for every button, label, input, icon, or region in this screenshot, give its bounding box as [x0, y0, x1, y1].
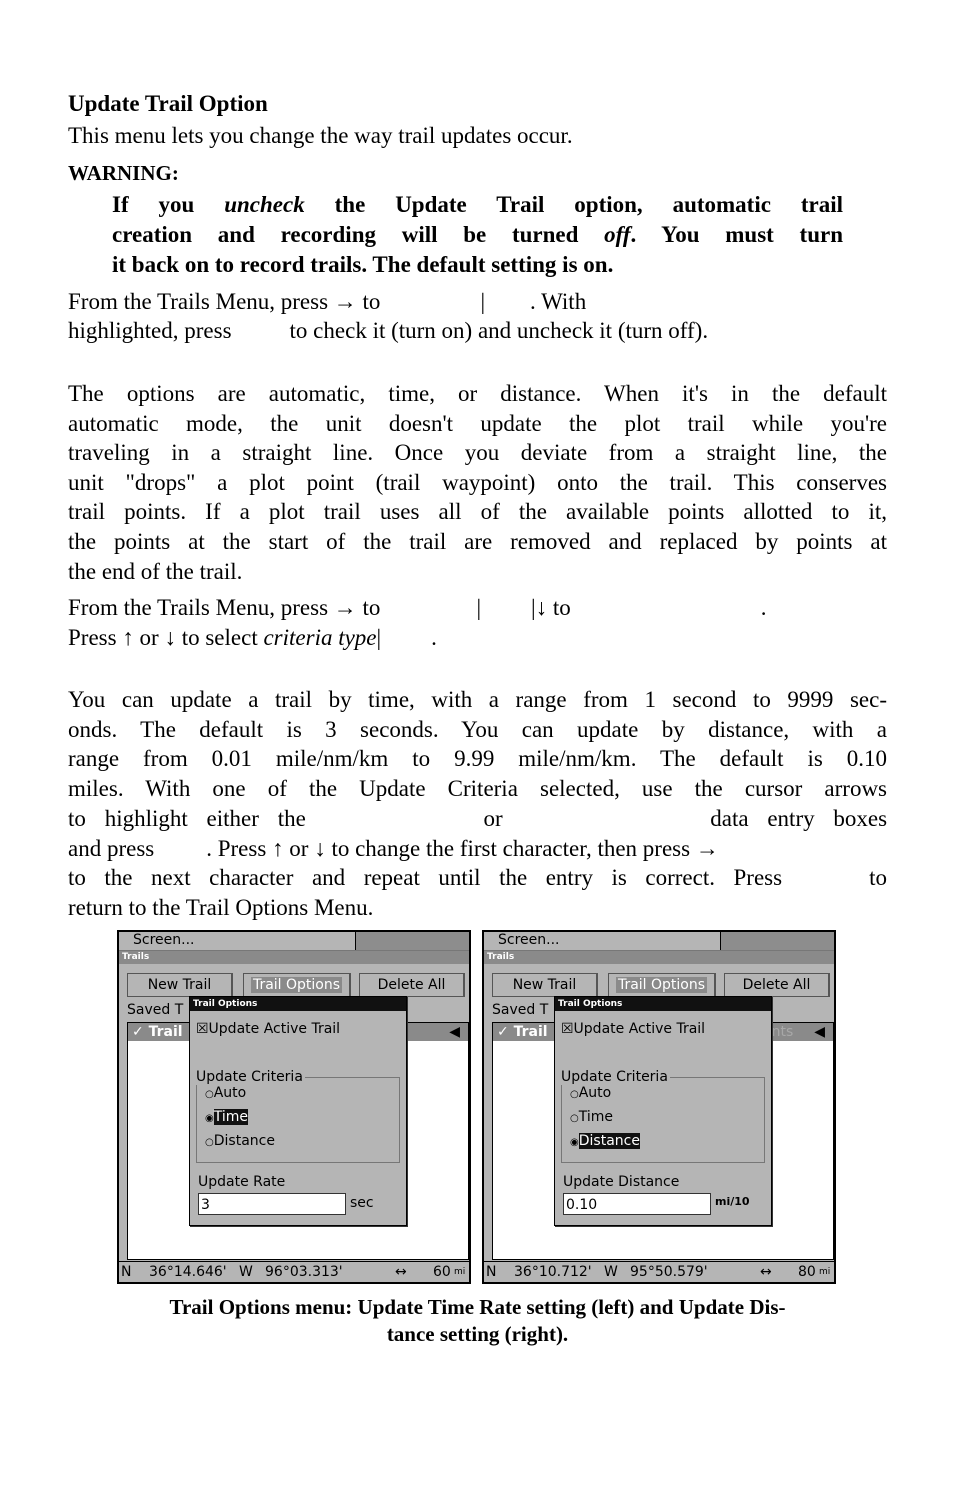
unit-label: mi/10	[715, 1195, 750, 1208]
para4-line: miles. With one of the Update Criteria s…	[68, 775, 887, 801]
warning-label: WARNING:	[68, 161, 179, 185]
saved-trails-label: Saved T	[492, 1002, 549, 1018]
radio-icon: ◉	[570, 1137, 579, 1148]
trail-options-button[interactable]: Trail Options	[243, 973, 351, 997]
para4-line: You can update a trail by time, with a r…	[68, 687, 887, 712]
update-value-input[interactable]: 3	[198, 1193, 346, 1215]
update-criteria-group: Update Criteria ○Auto ○Time ◉Distance	[561, 1069, 765, 1163]
trail-options-dialog: Trail Options ☒Update Active Trail Updat…	[189, 996, 407, 1226]
para2-line: traveling in a straight line. Once you d…	[68, 440, 887, 466]
delete-all-button[interactable]: Delete All	[359, 973, 465, 997]
range-icon: ↔	[395, 1264, 407, 1280]
trails-title-bar: Trails	[484, 951, 834, 964]
radio-icon: ○	[570, 1113, 579, 1124]
para3-line: Press ↑ or ↓ to select criteria type|.	[68, 625, 437, 650]
unit-label: sec	[350, 1195, 374, 1211]
field-label: Update Rate	[198, 1174, 286, 1190]
arrow-left-icon: ◀	[449, 1024, 460, 1040]
saved-trails-label: Saved T	[127, 1002, 184, 1018]
para4-line: return to the Trail Options Menu.	[68, 895, 374, 920]
device-screenshot: Screen... Trails New Trail Trail Options…	[117, 930, 471, 1284]
arrow-left-icon: ◀	[814, 1024, 825, 1040]
radio-option[interactable]: ○Time	[570, 1109, 613, 1125]
para2-line: the points at the start of the trail are…	[68, 529, 887, 554]
para2-line: trail points. If a plot trail uses all o…	[68, 499, 887, 525]
radio-icon: ◉	[205, 1113, 214, 1124]
para2-line: automatic mode, the unit doesn't update …	[68, 410, 887, 436]
field-label: Update Distance	[563, 1174, 680, 1190]
radio-option[interactable]: ◉Distance	[570, 1133, 640, 1149]
warning-line: If you uncheck the Update Trail option, …	[112, 192, 843, 217]
para2-line: unit "drops" a plot point (trail waypoin…	[68, 469, 887, 495]
trails-title-bar: Trails	[119, 951, 469, 964]
update-value-input[interactable]: 0.10	[563, 1193, 711, 1215]
update-active-trail-checkbox[interactable]: ☒Update Active Trail	[561, 1021, 705, 1037]
para4-line: range from 0.01 mile/nm/km to 9.99 mile/…	[68, 746, 887, 772]
delete-all-button[interactable]: Delete All	[724, 973, 830, 997]
radio-option[interactable]: ◉Time	[205, 1109, 248, 1125]
para4-line: to highlight either the or data entry bo…	[68, 806, 888, 831]
radio-icon: ○	[205, 1089, 214, 1100]
screen-menu[interactable]: Screen...	[119, 932, 469, 951]
range-icon: ↔	[760, 1264, 772, 1280]
radio-option[interactable]: ○Auto	[205, 1085, 246, 1101]
trail-options-dialog: Trail Options ☒Update Active Trail Updat…	[554, 996, 772, 1226]
warning-line: creation and recording will be turned of…	[112, 222, 843, 247]
para4-line: onds. The default is 3 seconds. You can …	[68, 716, 887, 742]
para2-line: the end of the trail.	[68, 558, 243, 584]
intro-text: This menu lets you change the way trail …	[68, 123, 573, 148]
new-trail-button[interactable]: New Trail	[492, 973, 598, 997]
para3-line: From the Trails Menu, press → to | |↓ to.	[68, 595, 767, 620]
para2-line: The options are automatic, time, or dist…	[68, 381, 887, 406]
para1-line: highlighted, press to check it (turn on) …	[68, 318, 709, 343]
radio-option[interactable]: ○Distance	[205, 1133, 275, 1149]
para4-line: to the next character and repeat until t…	[68, 865, 888, 890]
radio-icon: ○	[205, 1137, 214, 1148]
new-trail-button[interactable]: New Trail	[127, 973, 233, 997]
figure-caption: Trail Options menu: Update Time Rate set…	[169, 1295, 786, 1319]
figure-caption: tance setting (right).	[386, 1322, 569, 1346]
device-screenshot: Screen... Trails New Trail Trail Options…	[482, 930, 836, 1284]
para1-line: From the Trails Menu, press → to |. With	[68, 289, 587, 314]
status-bar: N 36°14.646' W 96°03.313' ↔ 60 mi	[119, 1261, 469, 1282]
screen-menu[interactable]: Screen...	[484, 932, 834, 951]
update-active-trail-checkbox[interactable]: ☒Update Active Trail	[196, 1021, 340, 1037]
radio-icon: ○	[570, 1089, 579, 1100]
status-bar: N 36°10.712' W 95°50.579' ↔ 80 mi	[484, 1261, 834, 1282]
section-heading: Update Trail Option	[68, 91, 268, 116]
update-criteria-group: Update Criteria ○Auto ◉Time ○Distance	[196, 1069, 400, 1163]
manual-page: Update Trail Option This menu lets you c…	[0, 0, 954, 1487]
warning-line: it back on to record trails. The default…	[112, 252, 614, 277]
para4-line: and press. Press ↑ or ↓ to change the fi…	[68, 836, 719, 861]
trail-options-button[interactable]: Trail Options	[608, 973, 716, 997]
radio-option[interactable]: ○Auto	[570, 1085, 611, 1101]
